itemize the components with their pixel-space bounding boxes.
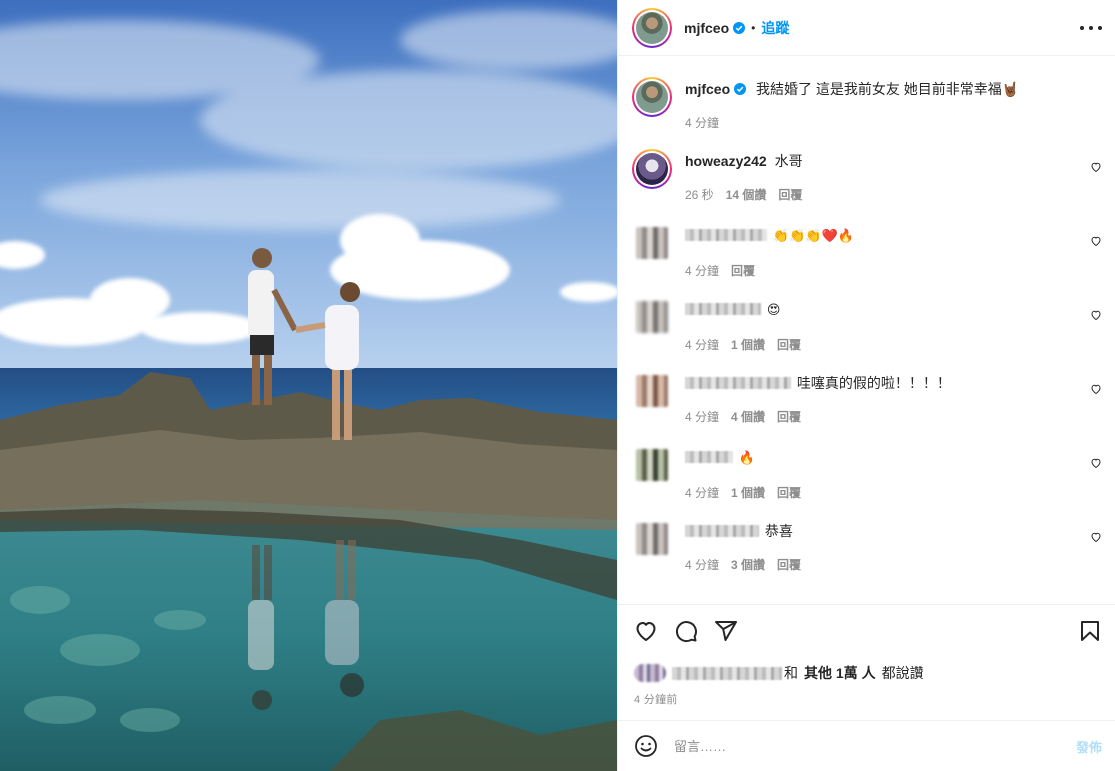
reply-button[interactable]: 回覆 (778, 186, 802, 203)
blurred-username[interactable] (685, 451, 733, 463)
follow-button[interactable]: 追蹤 (761, 18, 789, 38)
comment-time: 4 分鐘 (685, 558, 720, 572)
comment-heart-icon[interactable] (1090, 457, 1102, 469)
comment-username[interactable]: howeazy242 (685, 153, 767, 169)
comment-heart-icon[interactable] (1090, 161, 1102, 173)
caption-username[interactable]: mjfceo (685, 81, 730, 97)
comment-avatar[interactable] (632, 519, 672, 559)
blurred-username[interactable] (685, 303, 761, 315)
blurred-username[interactable] (685, 229, 767, 241)
comment-likes[interactable]: 1 個讚 (731, 484, 765, 501)
caption-text: 我結婚了 這是我前女友 她目前非常幸福🤘🏾 (756, 81, 1020, 97)
likes-count[interactable]: 其他 1萬 人 (804, 663, 876, 683)
comment-text: 恭喜 (764, 523, 793, 539)
post-time[interactable]: 4 分鐘前 (634, 691, 678, 707)
verified-badge-icon (733, 21, 746, 34)
reply-button[interactable]: 回覆 (777, 336, 801, 353)
likes-prefix: 和 (784, 665, 798, 681)
comments-list[interactable]: mjfceo 我結婚了 這是我前女友 她目前非常幸福🤘🏾 4 分鐘 howeaz… (618, 57, 1115, 604)
comment-input[interactable] (674, 738, 1076, 754)
author-username[interactable]: mjfceo (684, 20, 729, 36)
comment-time: 4 分鐘 (685, 486, 720, 500)
blurred-liker-name[interactable] (672, 666, 782, 680)
comment-text: 水哥 (774, 153, 803, 169)
post-header: mjfceo • 追蹤 (618, 0, 1115, 56)
comment-text: 哇噻真的假的啦！！！！ (796, 375, 951, 391)
comment-likes[interactable]: 3 個讚 (731, 556, 765, 573)
comment-time: 26 秒 (685, 188, 714, 202)
comment-composer: 發佈 (618, 720, 1115, 771)
comment-avatar[interactable] (632, 223, 672, 263)
comment-time: 4 分鐘 (685, 264, 720, 278)
separator-dot: • (751, 20, 756, 35)
comment-heart-icon[interactable] (1090, 531, 1102, 543)
comment-likes[interactable]: 1 個讚 (731, 336, 765, 353)
post-actions: 和 其他 1萬 人 都說讚 4 分鐘前 (618, 604, 1115, 720)
post-comment-button[interactable]: 發佈 (1076, 737, 1102, 756)
comment-time: 4 分鐘 (685, 338, 720, 352)
comment-heart-icon[interactable] (1090, 235, 1102, 247)
comment-text: 🔥 (738, 451, 756, 466)
likes-summary[interactable]: 和 其他 1萬 人 都說讚 (634, 663, 924, 683)
reply-button[interactable]: 回覆 (777, 408, 801, 425)
post-photo[interactable] (0, 0, 617, 771)
reply-button[interactable]: 回覆 (731, 262, 755, 279)
verified-badge-icon (734, 83, 747, 95)
post-detail-panel: mjfceo • 追蹤 mjfceo 我結婚了 這是我前女友 她目前非常幸福🤘🏾 (617, 0, 1115, 771)
comment-likes[interactable]: 14 個讚 (726, 186, 767, 203)
comment-text: 😍 (766, 303, 781, 318)
likes-suffix: 都說讚 (881, 665, 924, 681)
caption-avatar[interactable] (632, 77, 672, 117)
comment-likes[interactable]: 4 個讚 (731, 408, 765, 425)
post-image (0, 0, 617, 771)
blurred-username[interactable] (685, 525, 759, 537)
caption-time: 4 分鐘 (685, 116, 720, 130)
comment-heart-icon[interactable] (1090, 383, 1102, 395)
comment-time: 4 分鐘 (685, 410, 720, 424)
comment-avatar[interactable] (632, 149, 672, 189)
author-avatar[interactable] (632, 7, 672, 48)
paper-plane-icon[interactable] (714, 619, 738, 643)
reply-button[interactable]: 回覆 (777, 484, 801, 501)
reply-button[interactable]: 回覆 (777, 556, 801, 573)
comment-heart-icon[interactable] (1090, 309, 1102, 321)
comment-avatar[interactable] (632, 297, 672, 337)
more-options-icon[interactable] (1080, 17, 1102, 39)
comment-icon[interactable] (674, 619, 698, 643)
blurred-username[interactable] (685, 377, 791, 389)
bookmark-icon[interactable] (1078, 619, 1102, 643)
liker-avatars (634, 664, 666, 682)
comment-avatar[interactable] (632, 445, 672, 485)
heart-icon[interactable] (634, 619, 658, 643)
comment-text: 👏👏👏❤️🔥 (772, 229, 854, 244)
comment-avatar[interactable] (632, 371, 672, 411)
emoji-icon[interactable] (634, 734, 658, 758)
